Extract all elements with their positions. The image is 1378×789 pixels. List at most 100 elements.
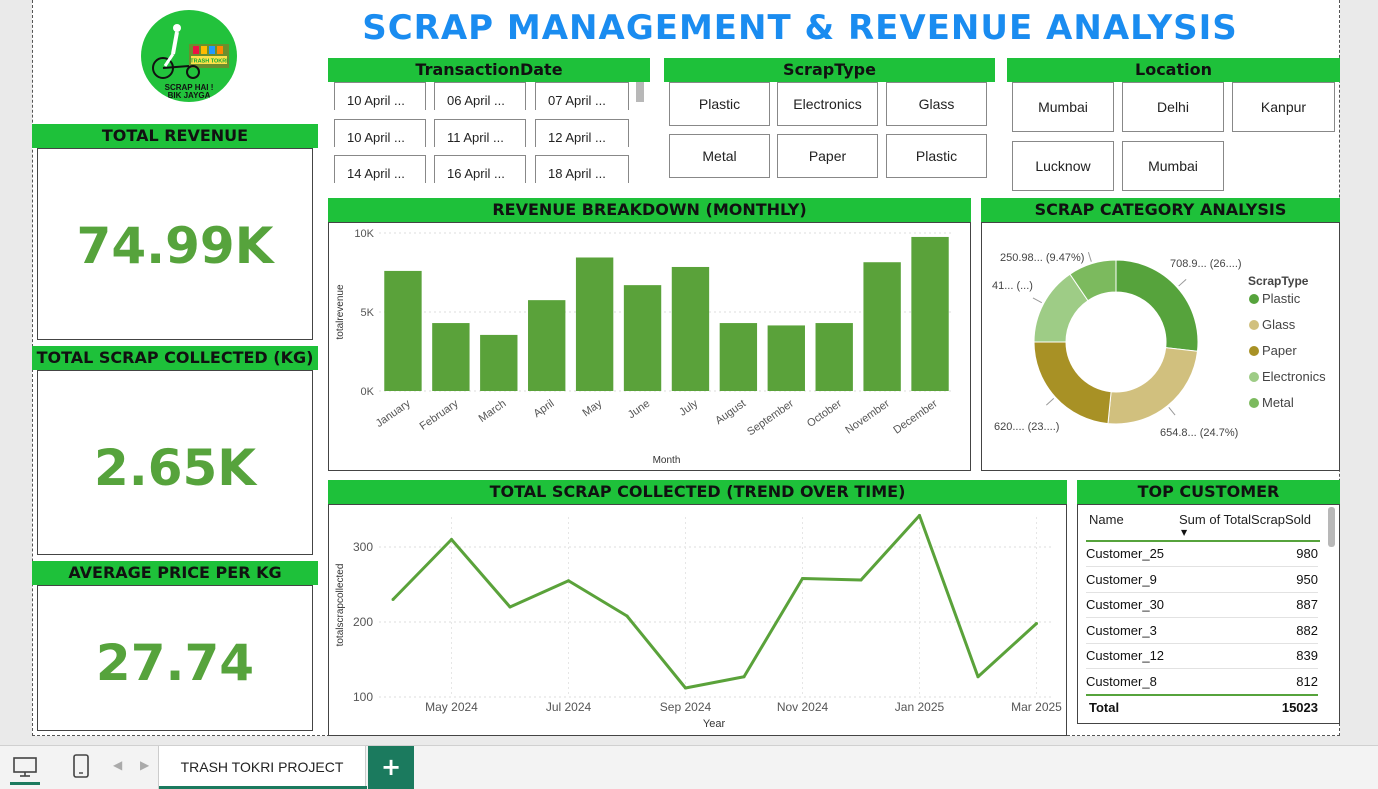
- tab-next-icon[interactable]: ▶: [140, 758, 149, 772]
- location-item-mumbai[interactable]: Mumbai: [1012, 82, 1114, 132]
- location-slicer-header: Location: [1007, 58, 1340, 82]
- table-row[interactable]: Customer_9 950: [1086, 567, 1318, 593]
- column-header-total[interactable]: Sum of TotalScrapSold: [1179, 512, 1311, 527]
- data-point: [918, 514, 921, 517]
- customer-value: 812: [1296, 674, 1318, 689]
- slice-leader-line: [1045, 398, 1055, 406]
- total-label: Total: [1089, 700, 1120, 715]
- legend-marker: [1249, 320, 1259, 330]
- x-tick-label: January: [374, 397, 413, 430]
- x-tick-label: Nov 2024: [777, 700, 829, 714]
- add-page-button[interactable]: +: [368, 746, 414, 789]
- date-item[interactable]: 16 April ...: [434, 155, 526, 183]
- data-point: [801, 577, 804, 580]
- desktop-view-icon[interactable]: [12, 755, 38, 779]
- x-tick-label: July: [677, 397, 700, 418]
- customer-name: Customer_9: [1086, 572, 1157, 587]
- bar: [719, 323, 758, 391]
- customer-value: 839: [1296, 648, 1318, 663]
- top-customer-table: Name Sum of TotalScrapSold ▼ Customer_25…: [1077, 504, 1340, 724]
- y-tick-label: 0K: [361, 386, 375, 398]
- scraptype-item-plastic[interactable]: Plastic: [669, 82, 770, 126]
- customer-name: Customer_30: [1086, 597, 1165, 612]
- legend-marker: [1249, 398, 1259, 408]
- cart-icon: TRASH TOKRI SCRAP HAI ! BIK JAYGA: [152, 24, 229, 100]
- x-tick-label: Mar 2025: [1011, 700, 1062, 714]
- average-price-card: 27.74: [37, 585, 313, 731]
- column-header-name[interactable]: Name: [1089, 512, 1124, 527]
- category-donut-chart: 708.9... (26....) 654.8... (24.7%) 620....…: [992, 251, 1326, 439]
- tab-trash-tokri-project[interactable]: TRASH TOKRI PROJECT: [158, 746, 367, 789]
- tab-prev-icon[interactable]: ◀: [113, 758, 122, 772]
- date-item[interactable]: 11 April ...: [434, 119, 526, 147]
- total-value: 15023: [1281, 700, 1318, 715]
- slice-leader-line: [1087, 251, 1092, 262]
- customer-name: Customer_3: [1086, 623, 1157, 638]
- table-row[interactable]: Customer_12 839: [1086, 643, 1318, 669]
- table-row[interactable]: Customer_3 882: [1086, 618, 1318, 644]
- page-title: SCRAP MANAGEMENT & REVENUE ANALYSIS: [362, 8, 1238, 48]
- scraptype-slicer-header: ScrapType: [664, 58, 995, 82]
- x-tick-label: May 2024: [425, 700, 478, 714]
- slice-data-label: 654.8... (24.7%): [1160, 427, 1238, 439]
- table-row[interactable]: Customer_30 887: [1086, 592, 1318, 618]
- location-item-lucknow[interactable]: Lucknow: [1012, 141, 1114, 191]
- date-slicer-header: TransactionDate: [328, 58, 650, 82]
- date-slicer-scrollbar[interactable]: [636, 82, 644, 102]
- legend-marker: [1249, 294, 1259, 304]
- legend-title: ScrapType: [1248, 274, 1309, 288]
- x-tick-label: Jul 2024: [546, 700, 592, 714]
- x-tick-label: September: [745, 397, 796, 438]
- date-item[interactable]: 07 April ...: [535, 82, 629, 110]
- scraptype-item-electronics[interactable]: Electronics: [777, 82, 878, 126]
- slice-leader-line: [1032, 297, 1043, 304]
- table-scrollbar[interactable]: [1328, 507, 1335, 547]
- slice-data-label: 620.... (23....): [994, 421, 1059, 433]
- donut-slice: [1107, 347, 1199, 425]
- slice-leader-line: [1168, 407, 1176, 416]
- svg-text:TRASH TOKRI: TRASH TOKRI: [190, 59, 228, 65]
- legend-marker: [1249, 346, 1259, 356]
- x-tick-label: October: [805, 397, 844, 429]
- bar: [480, 334, 518, 391]
- revenue-bar-chart: 0K 5K 10K January February March April May June J…: [335, 228, 954, 466]
- data-point: [450, 538, 453, 541]
- bar: [384, 270, 422, 391]
- x-tick-label: August: [713, 398, 748, 427]
- data-point: [684, 686, 687, 690]
- total-revenue-header: TOTAL REVENUE: [32, 124, 318, 148]
- date-item[interactable]: 18 April ...: [535, 155, 629, 183]
- data-point: [742, 675, 746, 679]
- mobile-view-icon[interactable]: [72, 753, 90, 779]
- scraptype-item-glass[interactable]: Glass: [886, 82, 987, 126]
- date-item[interactable]: 12 April ...: [535, 119, 629, 147]
- x-tick-label: February: [418, 397, 461, 432]
- data-point: [859, 578, 863, 582]
- location-item-delhi[interactable]: Delhi: [1122, 82, 1224, 132]
- total-scrap-value: 2.65K: [93, 439, 257, 497]
- bar: [863, 262, 901, 391]
- scraptype-item-paper[interactable]: Paper: [777, 134, 878, 178]
- revenue-chart-header: REVENUE BREAKDOWN (MONTHLY): [328, 198, 971, 222]
- date-item[interactable]: 10 April ...: [334, 82, 426, 110]
- x-tick-label: June: [626, 398, 652, 422]
- table-row[interactable]: Customer_25 980: [1086, 541, 1318, 567]
- location-item-mumbai-2[interactable]: Mumbai: [1122, 141, 1224, 191]
- scraptype-item-metal[interactable]: Metal: [669, 134, 770, 178]
- bar: [528, 300, 566, 391]
- total-revenue-value: 74.99K: [76, 217, 274, 275]
- legend-marker: [1249, 372, 1259, 382]
- data-point: [625, 614, 629, 618]
- x-tick-label: December: [891, 397, 940, 436]
- date-item[interactable]: 06 April ...: [434, 82, 526, 110]
- y-tick-label: 5K: [361, 307, 375, 319]
- x-tick-label: April: [532, 398, 557, 420]
- location-item-kanpur[interactable]: Kanpur: [1232, 82, 1335, 132]
- date-item[interactable]: 14 April ...: [334, 155, 426, 183]
- logo: TRASH TOKRI SCRAP HAI ! BIK JAYGA: [141, 10, 237, 102]
- x-tick-label: November: [843, 397, 892, 436]
- date-item[interactable]: 10 April ...: [334, 119, 426, 147]
- y-tick-label: 200: [353, 615, 373, 629]
- table-row[interactable]: Customer_8 812: [1086, 669, 1318, 696]
- scraptype-item-plastic-2[interactable]: Plastic: [886, 134, 987, 178]
